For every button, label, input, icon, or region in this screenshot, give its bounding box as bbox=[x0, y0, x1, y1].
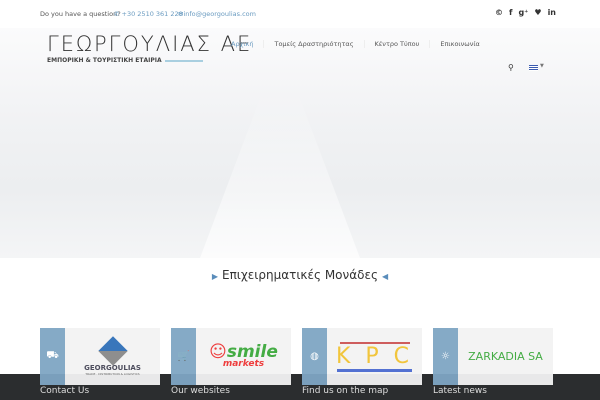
card-logo-text: K P C bbox=[335, 343, 414, 369]
top-bar: Do you have a question? ✆ +30 2510 361 2… bbox=[0, 0, 600, 28]
search-icon[interactable]: ⚲ bbox=[508, 63, 514, 72]
card-logo-subtext: TRADE · DISTRIBUTION & LOGISTICS bbox=[85, 371, 140, 376]
card-logo-subtext: markets bbox=[222, 358, 265, 369]
twitter-icon[interactable]: ♥ bbox=[534, 8, 541, 17]
logo-subtitle: ΕΜΠΟΡΙΚΗ & ΤΟΥΡΙΣΤΙΚΗ ΕΤΑΙΡΙΑ bbox=[47, 57, 162, 64]
linkedin-icon[interactable]: in bbox=[548, 8, 556, 17]
email-address: info@georgoulias.com bbox=[183, 10, 256, 18]
phone-link[interactable]: ✆ +30 2510 361 220 bbox=[114, 10, 183, 18]
footer-news-heading: Latest news bbox=[433, 386, 487, 396]
card-kpc[interactable]: ◍ K P C bbox=[302, 328, 422, 385]
skype-icon[interactable]: © bbox=[495, 8, 503, 17]
cart-icon: 🛒 bbox=[171, 328, 196, 385]
footer-contact-heading: Contact Us bbox=[40, 386, 90, 396]
google-plus-icon[interactable]: g⁺ bbox=[518, 8, 528, 17]
email-link[interactable]: ✉info@georgoulias.com bbox=[178, 10, 256, 18]
nav-sectors[interactable]: Τομείς Δραστηριότητας bbox=[263, 40, 363, 48]
chevron-down-icon[interactable]: ▼ bbox=[540, 63, 544, 69]
triangle-right-icon: ▶ bbox=[211, 272, 218, 281]
question-text: Do you have a question? bbox=[40, 10, 121, 18]
nav-contact[interactable]: Επικοινωνία bbox=[429, 40, 489, 48]
card-zarkadia[interactable]: ☼ ZARKADIA SA bbox=[433, 328, 553, 385]
card-georgoulias[interactable]: ⛟ GEORGOULIAS TRADE · DISTRIBUTION & LOG… bbox=[40, 328, 160, 385]
section-heading: ▶ Επιχειρηματικές Μονάδες ◀ bbox=[0, 268, 600, 282]
card-smile[interactable]: 🛒 ☺smile markets bbox=[171, 328, 291, 385]
sun-icon: ☼ bbox=[433, 328, 458, 385]
truck-icon: ⛟ bbox=[40, 328, 65, 385]
globe-icon: ◍ bbox=[302, 328, 327, 385]
social-links: © f g⁺ ♥ in bbox=[495, 8, 556, 17]
site-logo[interactable]: ΓΕΩΡΓΟΥΛΙΑΣ ΑΕ ΕΜΠΟΡΙΚΗ & ΤΟΥΡΙΣΤΙΚΗ ΕΤΑ… bbox=[47, 32, 252, 64]
footer-map-heading: Find us on the map bbox=[302, 386, 389, 396]
nav-press[interactable]: Κέντρο Τύπου bbox=[363, 40, 430, 48]
section-title: Επιχειρηματικές Μονάδες bbox=[222, 268, 378, 282]
nav-home[interactable]: Αρχική bbox=[221, 40, 263, 48]
facebook-icon[interactable]: f bbox=[509, 8, 512, 17]
triangle-left-icon: ◀ bbox=[382, 272, 389, 281]
phone-number: +30 2510 361 220 bbox=[121, 10, 183, 18]
greek-flag-icon[interactable] bbox=[529, 65, 538, 71]
main-nav: Αρχική Τομείς Δραστηριότητας Κέντρο Τύπο… bbox=[221, 40, 490, 48]
footer-websites-heading: Our websites bbox=[171, 386, 230, 396]
card-logo-text: ZARKADIA SA bbox=[468, 350, 543, 363]
